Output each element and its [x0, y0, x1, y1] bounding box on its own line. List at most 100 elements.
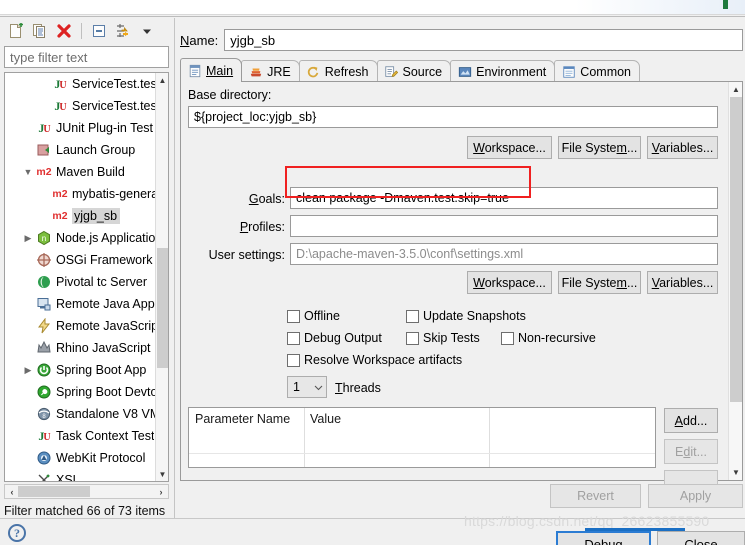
base-dir-variables-button[interactable]: Variables...: [647, 136, 718, 159]
row-divider: [189, 453, 655, 454]
tab-jre[interactable]: JRE: [241, 60, 300, 82]
column-parameter-name[interactable]: Parameter Name: [189, 408, 304, 429]
base-directory-input[interactable]: ${project_loc:yjgb_sb}: [188, 106, 718, 128]
user-settings-workspace-button[interactable]: Workspace...: [467, 271, 552, 294]
scroll-right-icon[interactable]: ›: [155, 487, 167, 497]
tree-item-remote-java-appli[interactable]: Remote Java Appli: [5, 293, 157, 315]
tree-item-pivotal-tc-server[interactable]: Pivotal tc Server: [5, 271, 157, 293]
remote-javascript-icon: [35, 318, 53, 334]
non-recursive-checkbox[interactable]: Non-recursive: [501, 331, 596, 345]
tab-common[interactable]: Common: [554, 60, 641, 82]
collapse-all-button[interactable]: [89, 21, 109, 41]
launch-group-icon: [35, 142, 53, 158]
resolve-workspace-artifacts-checkbox[interactable]: Resolve Workspace artifacts: [287, 353, 462, 367]
tab-label: Refresh: [324, 64, 369, 79]
user-settings-variables-button[interactable]: Variables...: [647, 271, 718, 294]
tree-item-launch-group[interactable]: Launch Group: [5, 139, 157, 161]
debug-output-checkbox[interactable]: Debug Output: [287, 331, 382, 345]
scroll-left-icon[interactable]: ‹: [6, 487, 18, 497]
twisty-collapsed-icon[interactable]: ▶: [21, 365, 35, 375]
skip-tests-checkbox[interactable]: Skip Tests: [406, 331, 480, 345]
twisty-collapsed-icon[interactable]: ▶: [21, 233, 35, 243]
tab-source[interactable]: Source: [376, 60, 452, 82]
update-snapshots-checkbox[interactable]: Update Snapshots: [406, 309, 526, 323]
tab-main[interactable]: Main: [180, 58, 243, 82]
remote-java-icon: [35, 296, 53, 312]
debug-button[interactable]: Debug: [556, 531, 651, 545]
twisty-expanded-icon[interactable]: ▼: [21, 167, 35, 177]
tree-item-rhino-javascript[interactable]: Rhino JavaScript: [5, 337, 157, 359]
tree-item-mybatis-genera[interactable]: m2 mybatis-genera: [5, 183, 157, 205]
base-directory-value: ${project_loc:yjgb_sb}: [194, 110, 317, 124]
parameter-table[interactable]: Parameter Name Value: [188, 407, 656, 468]
offline-checkbox-box[interactable]: [287, 309, 300, 323]
tree-item-servicetest-test[interactable]: JU ServiceTest.test: [5, 95, 157, 117]
column-value[interactable]: Value: [304, 408, 489, 429]
resolve-workspace-artifacts-checkbox-box[interactable]: [287, 353, 300, 367]
goals-input[interactable]: clean package -Dmaven.test.skip=true: [290, 187, 718, 209]
tree-item-junit-plug-in-test[interactable]: JU JUnit Plug-in Test: [5, 117, 157, 139]
tree-item-spring-boot-app[interactable]: ▶ Spring Boot App: [5, 359, 157, 381]
scroll-down-icon[interactable]: ▼: [156, 467, 168, 481]
tree-horizontal-scrollbar[interactable]: ‹ ›: [4, 484, 169, 499]
tree-hscroll-thumb[interactable]: [18, 486, 90, 497]
main-tab-scrollbar[interactable]: ▲ ▼: [728, 82, 742, 480]
tree-scroll-thumb[interactable]: [157, 248, 168, 368]
tree-item-osgi-framework[interactable]: OSGi Framework: [5, 249, 157, 271]
xsl-icon: [35, 472, 53, 481]
threads-combo[interactable]: 1: [287, 376, 327, 398]
profiles-input[interactable]: [290, 215, 718, 237]
user-settings-file-system-button[interactable]: File System...: [558, 271, 641, 294]
tree-item-remote-javascript[interactable]: Remote JavaScript: [5, 315, 157, 337]
configurations-panel: type filter text JU ServiceTest.test JU Ser…: [0, 18, 175, 518]
edit-parameter-button[interactable]: Edit...: [664, 439, 718, 464]
tree-item-node-js-application[interactable]: ▶ n Node.js Application: [5, 227, 157, 249]
help-icon[interactable]: ?: [8, 524, 26, 542]
apply-button[interactable]: Apply: [648, 484, 743, 508]
duplicate-launch-configuration-button[interactable]: [30, 21, 50, 41]
tab-refresh[interactable]: Refresh: [298, 60, 378, 82]
tree-item-standalone-v8-vm[interactable]: 8 Standalone V8 VM: [5, 403, 157, 425]
close-button[interactable]: Close: [657, 531, 745, 545]
update-snapshots-checkbox-box[interactable]: [406, 309, 419, 323]
tree-item-spring-boot-devto[interactable]: Spring Boot Devto: [5, 381, 157, 403]
offline-checkbox[interactable]: Offline: [287, 309, 340, 323]
user-settings-input[interactable]: D:\apache-maven-3.5.0\conf\settings.xml: [290, 243, 718, 265]
tab-scroll-down-icon[interactable]: ▼: [729, 465, 743, 480]
maven-icon: m2: [52, 188, 68, 200]
tree-vertical-scrollbar[interactable]: ▲ ▼: [155, 73, 168, 481]
filter-arrow-button[interactable]: [113, 21, 133, 41]
filter-input[interactable]: type filter text: [4, 46, 169, 68]
name-input[interactable]: yjgb_sb: [224, 29, 743, 51]
new-launch-configuration-button[interactable]: [6, 21, 26, 41]
pivotal-icon: [35, 274, 53, 290]
scroll-up-icon[interactable]: ▲: [156, 73, 168, 87]
configurations-tree[interactable]: JU ServiceTest.test JU ServiceTest.test JU JU…: [4, 72, 169, 482]
tree-item-webkit-protocol[interactable]: WebKit Protocol: [5, 447, 157, 469]
add-parameter-button[interactable]: Add...: [664, 408, 718, 433]
tab-scroll-thumb[interactable]: [730, 97, 742, 402]
tab-environment[interactable]: Environment: [450, 60, 556, 82]
tree-item-servicetest-test[interactable]: JU ServiceTest.test: [5, 73, 157, 95]
tree-item-label: Rhino JavaScript: [56, 341, 151, 355]
resolve-workspace-artifacts-label: Resolve Workspace artifacts: [304, 353, 463, 367]
tab-scroll-up-icon[interactable]: ▲: [729, 82, 743, 97]
tree-item-xsl[interactable]: XSL: [5, 469, 157, 481]
column-extra[interactable]: [489, 408, 649, 429]
non-recursive-checkbox-box[interactable]: [501, 331, 514, 345]
name-row: Name: yjgb_sb: [180, 28, 743, 52]
base-dir-workspace-button[interactable]: Workspace...: [467, 136, 552, 159]
debug-output-checkbox-box[interactable]: [287, 331, 300, 345]
tree-item-task-context-test[interactable]: JU Task Context Test: [5, 425, 157, 447]
base-dir-file-system-button[interactable]: File System...: [558, 136, 641, 159]
delete-launch-configuration-button[interactable]: [54, 21, 74, 41]
view-menu-button[interactable]: [137, 21, 157, 41]
tree-item-maven-build[interactable]: ▼ m2 Maven Build: [5, 161, 157, 183]
junit-task-icon: JU: [38, 428, 50, 443]
tree-item-label: Launch Group: [56, 143, 136, 157]
skip-tests-checkbox-box[interactable]: [406, 331, 419, 345]
revert-button[interactable]: Revert: [550, 484, 641, 508]
webkit-icon: [35, 450, 53, 466]
tab-label: Common: [580, 64, 632, 79]
tree-item-yjgb-sb[interactable]: m2 yjgb_sb: [5, 205, 157, 227]
